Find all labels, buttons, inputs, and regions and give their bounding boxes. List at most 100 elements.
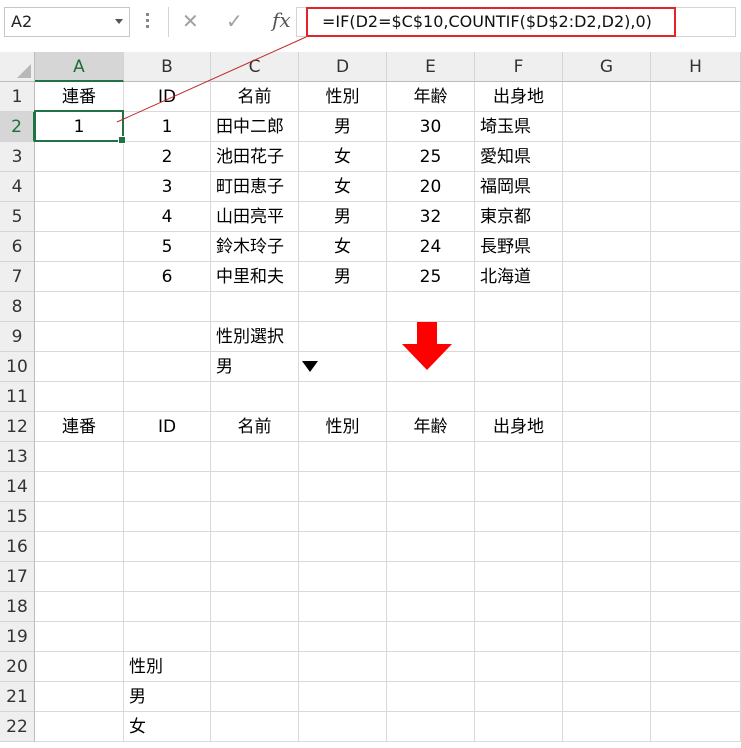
cell-G14[interactable] xyxy=(563,472,651,502)
cell-H11[interactable] xyxy=(651,382,741,412)
row-header-7[interactable]: 7 xyxy=(0,262,35,292)
cell-E11[interactable] xyxy=(387,382,475,412)
cell-G6[interactable] xyxy=(563,232,651,262)
cell-F3[interactable]: 愛知県 xyxy=(475,142,563,172)
cell-E12[interactable]: 年齢 xyxy=(387,412,475,442)
cell-H3[interactable] xyxy=(651,142,741,172)
cell-C2[interactable]: 田中二郎 xyxy=(211,112,299,142)
cell-B21[interactable]: 男 xyxy=(124,682,211,712)
cell-D17[interactable] xyxy=(299,562,387,592)
cell-F16[interactable] xyxy=(475,532,563,562)
cell-B20[interactable]: 性別 xyxy=(124,652,211,682)
cell-F20[interactable] xyxy=(475,652,563,682)
column-header-d[interactable]: D xyxy=(299,52,387,82)
cell-C6[interactable]: 鈴木玲子 xyxy=(211,232,299,262)
cell-H20[interactable] xyxy=(651,652,741,682)
cell-G5[interactable] xyxy=(563,202,651,232)
select-all-button[interactable] xyxy=(0,52,35,82)
cell-A1[interactable]: 連番 xyxy=(35,82,124,112)
cell-H10[interactable] xyxy=(651,352,741,382)
cell-G3[interactable] xyxy=(563,142,651,172)
cell-C7[interactable]: 中里和夫 xyxy=(211,262,299,292)
cell-G16[interactable] xyxy=(563,532,651,562)
cell-D15[interactable] xyxy=(299,502,387,532)
cell-E16[interactable] xyxy=(387,532,475,562)
cell-E15[interactable] xyxy=(387,502,475,532)
cell-C4[interactable]: 町田恵子 xyxy=(211,172,299,202)
cell-G17[interactable] xyxy=(563,562,651,592)
row-header-3[interactable]: 3 xyxy=(0,142,35,172)
cell-B11[interactable] xyxy=(124,382,211,412)
cell-E8[interactable] xyxy=(387,292,475,322)
row-header-16[interactable]: 16 xyxy=(0,532,35,562)
cell-B2[interactable]: 1 xyxy=(124,112,211,142)
row-header-2[interactable]: 2 xyxy=(0,112,35,142)
cell-A12[interactable]: 連番 xyxy=(35,412,124,442)
row-header-12[interactable]: 12 xyxy=(0,412,35,442)
cell-F10[interactable] xyxy=(475,352,563,382)
row-header-11[interactable]: 11 xyxy=(0,382,35,412)
cell-A9[interactable] xyxy=(35,322,124,352)
cell-G7[interactable] xyxy=(563,262,651,292)
cell-H14[interactable] xyxy=(651,472,741,502)
cell-D19[interactable] xyxy=(299,622,387,652)
cell-G11[interactable] xyxy=(563,382,651,412)
cell-F1[interactable]: 出身地 xyxy=(475,82,563,112)
cell-E2[interactable]: 30 xyxy=(387,112,475,142)
row-header-15[interactable]: 15 xyxy=(0,502,35,532)
cell-C12[interactable]: 名前 xyxy=(211,412,299,442)
cell-G20[interactable] xyxy=(563,652,651,682)
row-header-13[interactable]: 13 xyxy=(0,442,35,472)
cell-D2[interactable]: 男 xyxy=(299,112,387,142)
row-header-4[interactable]: 4 xyxy=(0,172,35,202)
column-header-h[interactable]: H xyxy=(651,52,741,82)
cell-A2[interactable]: 1 xyxy=(35,112,124,142)
cell-F9[interactable] xyxy=(475,322,563,352)
cell-H8[interactable] xyxy=(651,292,741,322)
cell-F21[interactable] xyxy=(475,682,563,712)
cell-G10[interactable] xyxy=(563,352,651,382)
cell-G12[interactable] xyxy=(563,412,651,442)
column-header-g[interactable]: G xyxy=(563,52,651,82)
cell-D9[interactable] xyxy=(299,322,387,352)
cell-H12[interactable] xyxy=(651,412,741,442)
cell-B13[interactable] xyxy=(124,442,211,472)
row-header-8[interactable]: 8 xyxy=(0,292,35,322)
column-header-f[interactable]: F xyxy=(475,52,563,82)
cell-A20[interactable] xyxy=(35,652,124,682)
cell-A8[interactable] xyxy=(35,292,124,322)
cell-C19[interactable] xyxy=(211,622,299,652)
cell-E22[interactable] xyxy=(387,712,475,742)
cell-H4[interactable] xyxy=(651,172,741,202)
cell-E13[interactable] xyxy=(387,442,475,472)
cell-C3[interactable]: 池田花子 xyxy=(211,142,299,172)
cell-H19[interactable] xyxy=(651,622,741,652)
cell-C20[interactable] xyxy=(211,652,299,682)
cell-G13[interactable] xyxy=(563,442,651,472)
cell-F2[interactable]: 埼玉県 xyxy=(475,112,563,142)
cell-D8[interactable] xyxy=(299,292,387,322)
cell-G4[interactable] xyxy=(563,172,651,202)
cell-C22[interactable] xyxy=(211,712,299,742)
cell-H1[interactable] xyxy=(651,82,741,112)
cell-C10[interactable]: 男 xyxy=(211,352,299,382)
column-header-a[interactable]: A xyxy=(35,52,124,82)
cell-D5[interactable]: 男 xyxy=(299,202,387,232)
cell-A6[interactable] xyxy=(35,232,124,262)
cell-D11[interactable] xyxy=(299,382,387,412)
row-header-18[interactable]: 18 xyxy=(0,592,35,622)
cell-B8[interactable] xyxy=(124,292,211,322)
column-header-c[interactable]: C xyxy=(211,52,299,82)
cell-G9[interactable] xyxy=(563,322,651,352)
cell-F14[interactable] xyxy=(475,472,563,502)
row-header-22[interactable]: 22 xyxy=(0,712,35,742)
insert-function-icon[interactable]: fx xyxy=(272,8,291,32)
cell-B15[interactable] xyxy=(124,502,211,532)
column-header-b[interactable]: B xyxy=(124,52,211,82)
row-header-20[interactable]: 20 xyxy=(0,652,35,682)
cell-E20[interactable] xyxy=(387,652,475,682)
cell-B12[interactable]: ID xyxy=(124,412,211,442)
name-box[interactable]: A2 xyxy=(4,7,130,37)
cell-D21[interactable] xyxy=(299,682,387,712)
cell-F13[interactable] xyxy=(475,442,563,472)
